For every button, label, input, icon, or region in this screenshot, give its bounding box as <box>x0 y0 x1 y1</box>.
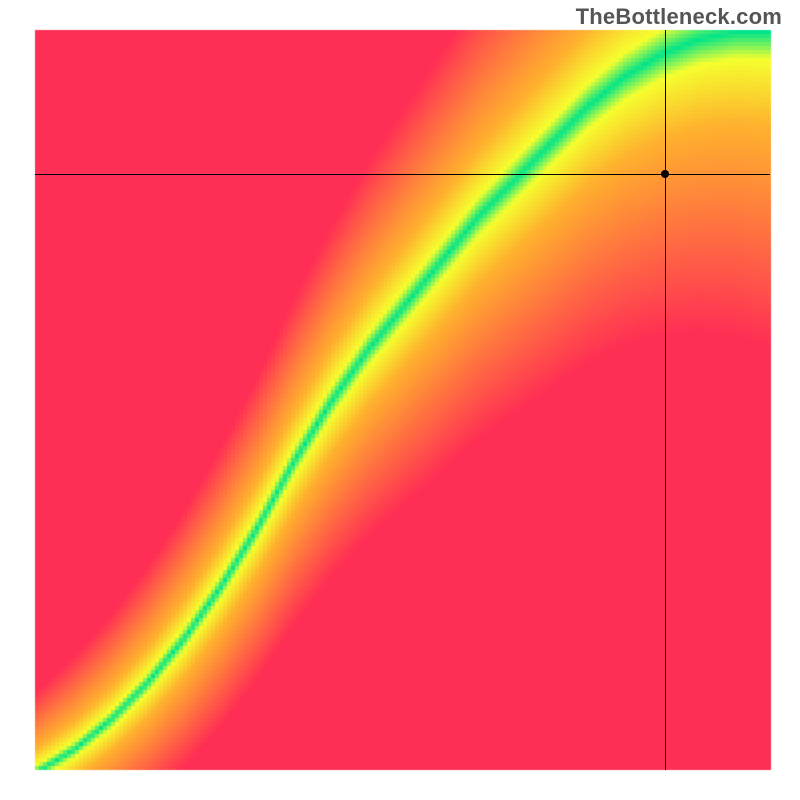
heatmap-canvas <box>0 0 800 800</box>
crosshair-horizontal <box>35 174 770 175</box>
chart-container: TheBottleneck.com <box>0 0 800 800</box>
watermark-text: TheBottleneck.com <box>576 4 782 30</box>
crosshair-vertical <box>665 30 666 770</box>
crosshair-marker-dot <box>661 170 669 178</box>
